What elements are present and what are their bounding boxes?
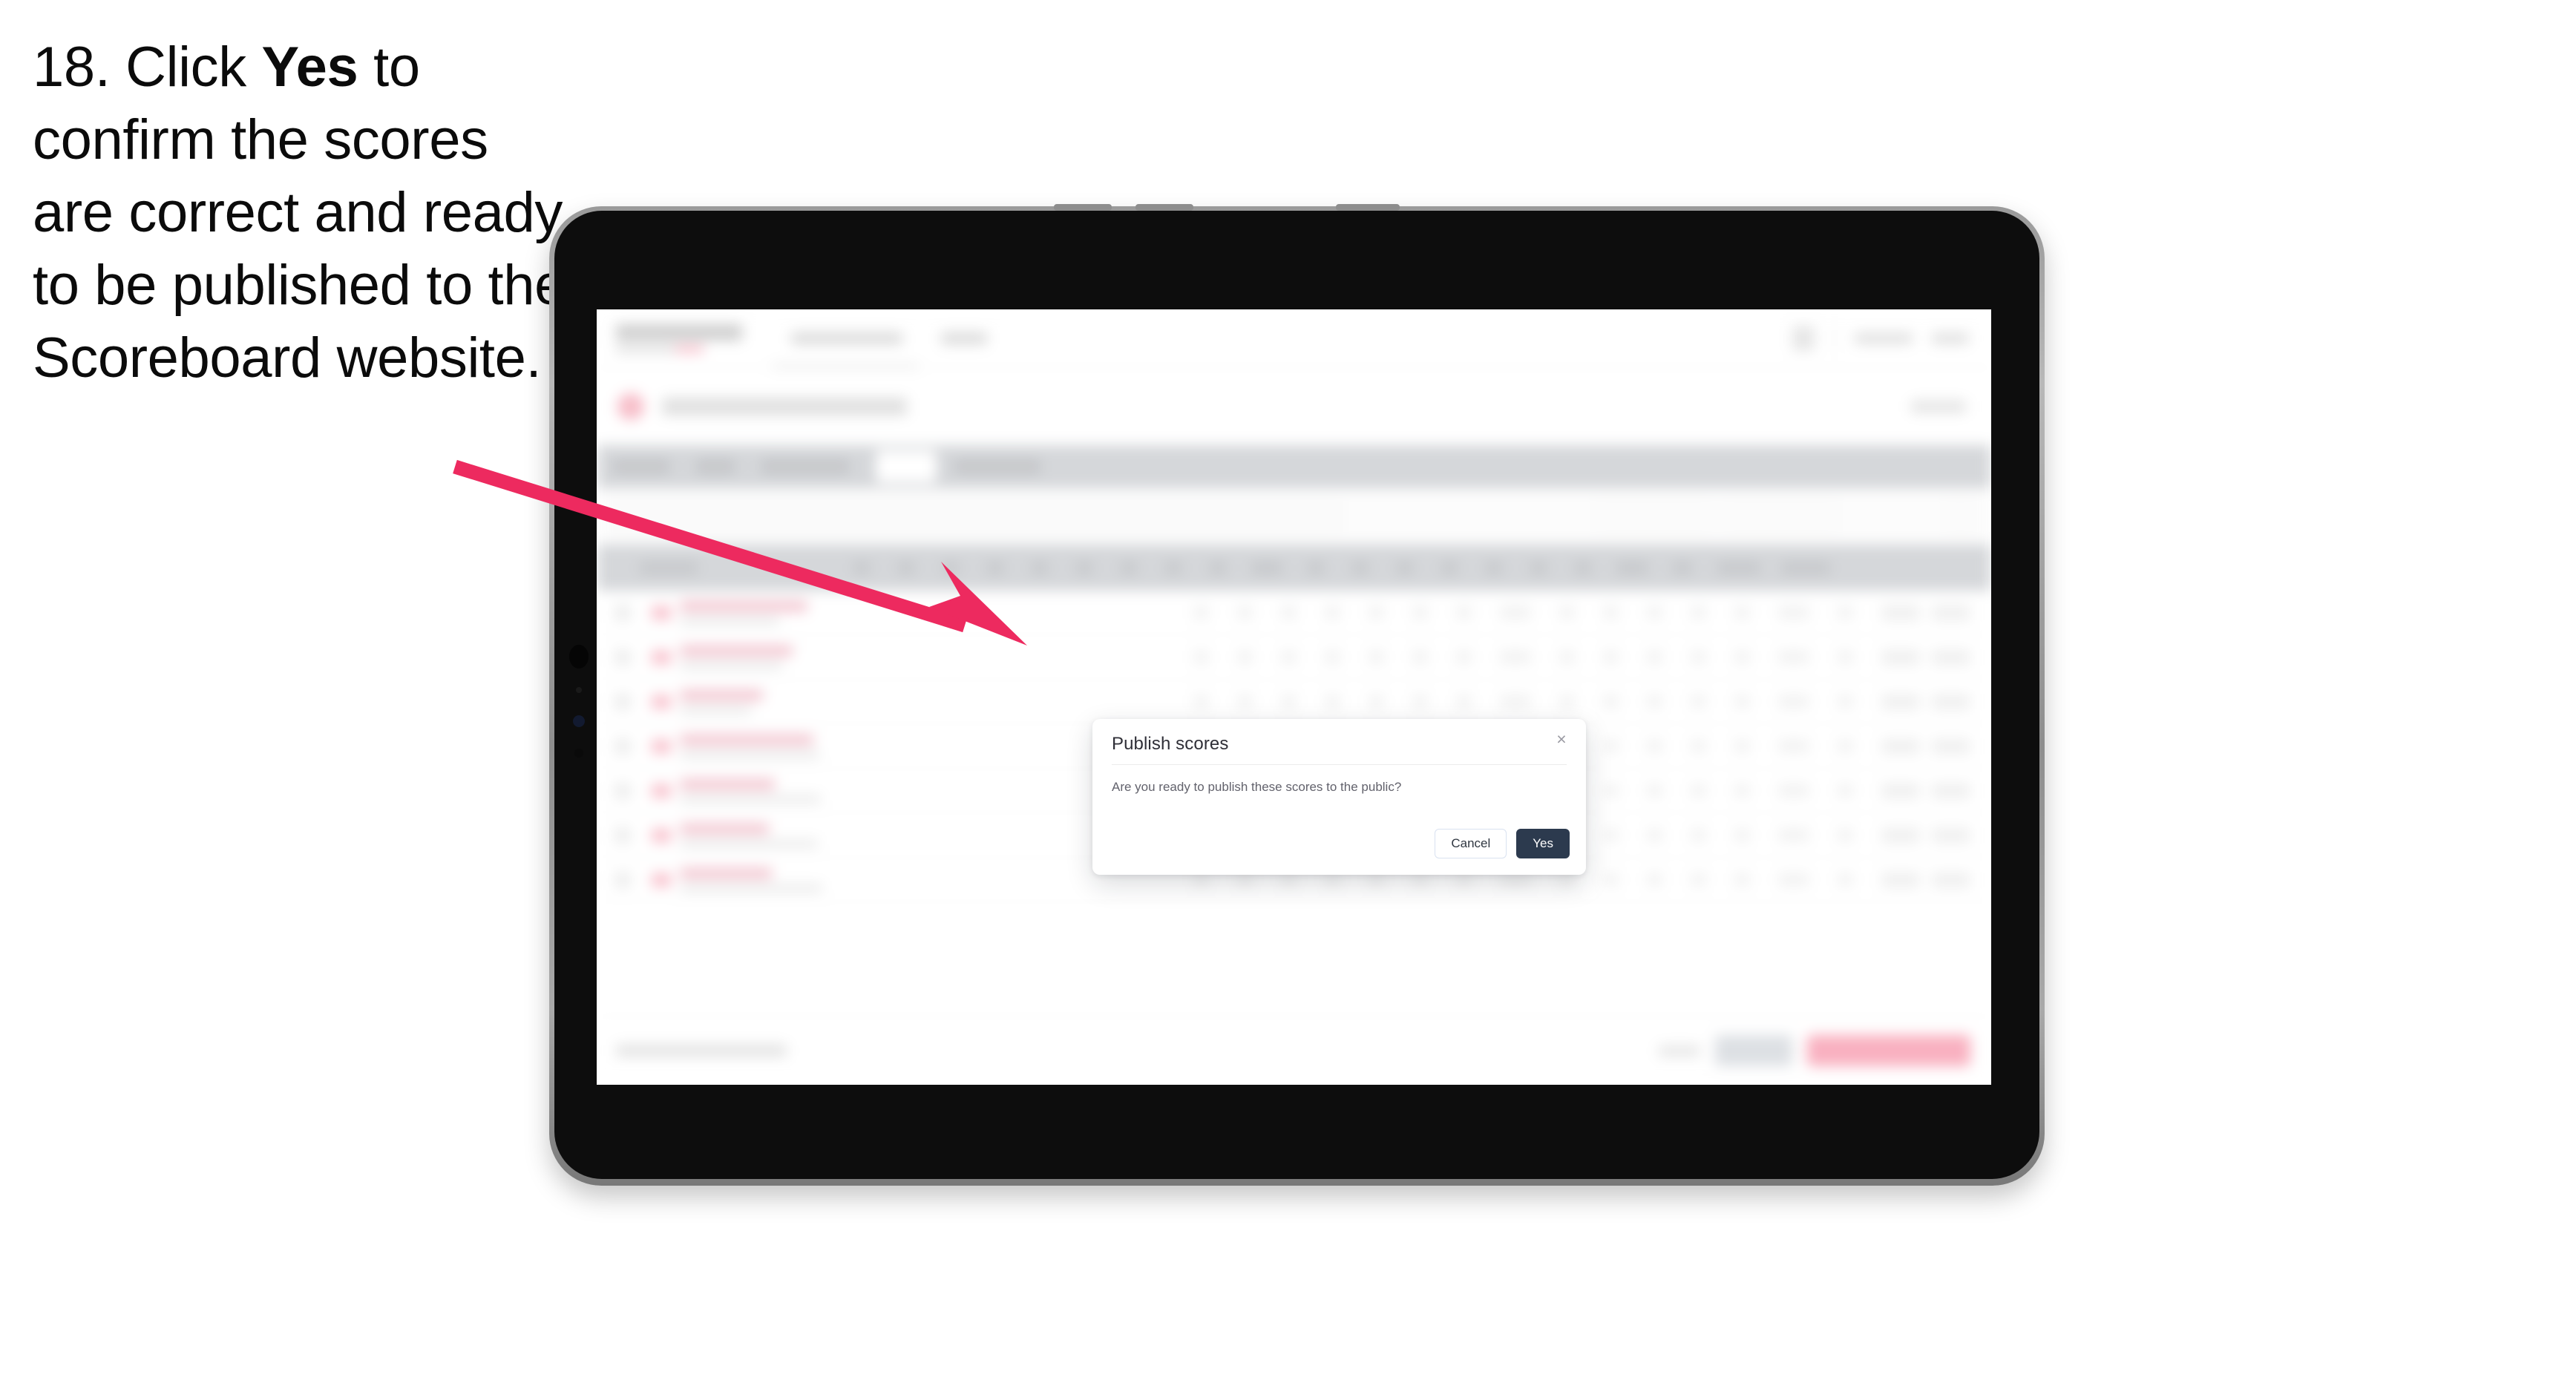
instruction-lead: Click xyxy=(125,36,246,99)
device-body: Publish scores × Are you ready to publis… xyxy=(554,211,2039,1179)
dialog-header: Publish scores × xyxy=(1092,719,1586,765)
instruction-emphasis: Yes xyxy=(261,36,358,99)
volume-down-button[interactable] xyxy=(1135,204,1193,211)
modal-overlay: Publish scores × Are you ready to publis… xyxy=(597,309,1991,1085)
camera-lens-icon xyxy=(573,715,585,727)
confirm-yes-button[interactable]: Yes xyxy=(1516,828,1570,858)
dialog-title: Publish scores xyxy=(1112,734,1229,754)
dialog-body-text: Are you ready to publish these scores to… xyxy=(1112,780,1402,794)
front-camera-icon xyxy=(569,645,589,669)
step-number: 18. xyxy=(33,36,111,99)
volume-up-button[interactable] xyxy=(1054,204,1112,211)
publish-scores-dialog: Publish scores × Are you ready to publis… xyxy=(1092,719,1586,875)
cancel-button[interactable]: Cancel xyxy=(1435,828,1507,858)
dialog-title-divider xyxy=(1112,764,1567,765)
tablet-device: Publish scores × Are you ready to publis… xyxy=(549,204,2045,1186)
ambient-sensor-icon xyxy=(576,687,582,693)
power-button[interactable] xyxy=(1336,204,1400,211)
dialog-actions: Cancel Yes xyxy=(1092,828,1586,875)
microphone-icon xyxy=(574,749,583,758)
device-screen: Publish scores × Are you ready to publis… xyxy=(597,309,1991,1085)
close-icon[interactable]: × xyxy=(1550,728,1573,750)
instruction-text: 18. Click Yes to confirm the scores are … xyxy=(33,31,582,395)
